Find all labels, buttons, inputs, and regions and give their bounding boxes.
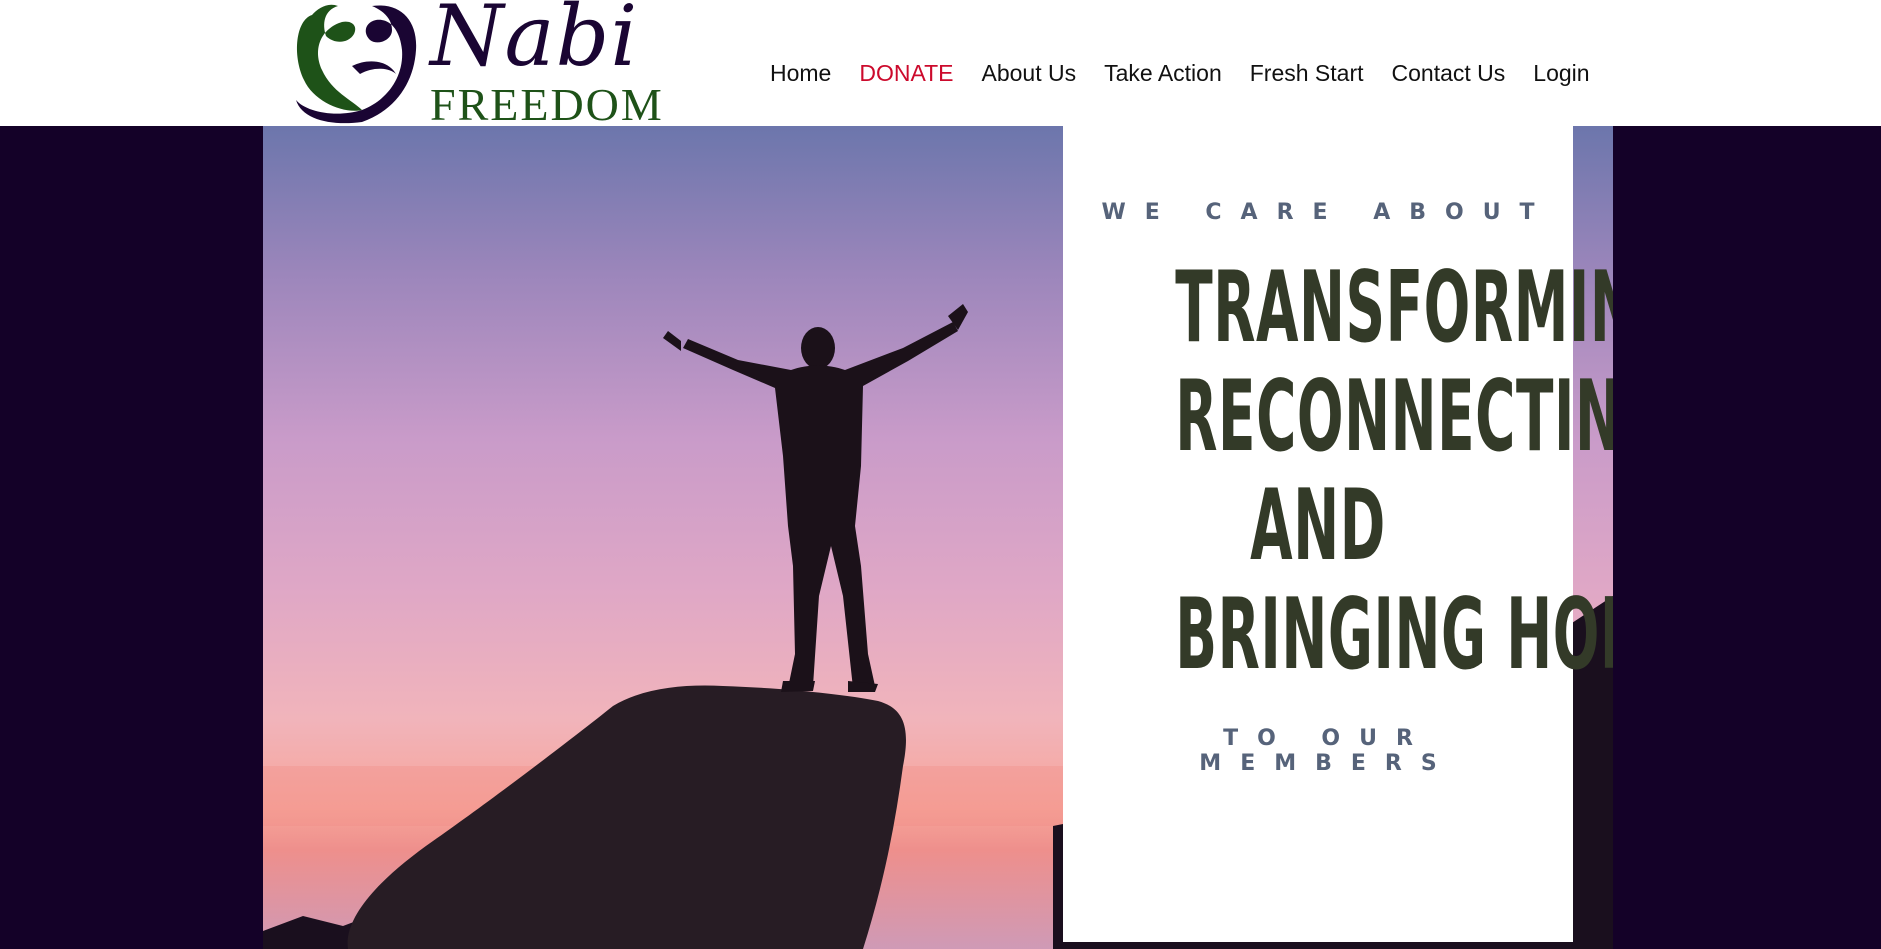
nav-about-us[interactable]: About Us (982, 60, 1077, 87)
logo-wordmark-freedom: FREEDOM (430, 79, 664, 130)
logo-mark-icon (296, 4, 417, 124)
headline-line-2: RECONNECTING, (1175, 360, 1613, 474)
main-nav: Home DONATE About Us Take Action Fresh S… (770, 60, 1590, 87)
nav-donate[interactable]: DONATE (859, 60, 953, 87)
headline-line-4: BRINGING HOPE (1175, 578, 1613, 692)
mission-card: WE CARE ABOUT TRANSFORMING, RECONNECTING… (1063, 126, 1613, 942)
site-header: Nabi FREEDOM Home DONATE About Us Take A… (0, 0, 1881, 128)
site-logo[interactable]: Nabi FREEDOM (292, 0, 662, 128)
headline-line-1: TRANSFORMING, (1175, 251, 1613, 365)
logo-wordmark-nabi: Nabi (430, 0, 639, 85)
hero-banner: WE CARE ABOUT TRANSFORMING, RECONNECTING… (263, 126, 1613, 949)
mission-footer: TO OUR MEMBERS (1199, 726, 1456, 776)
nav-home[interactable]: Home (770, 60, 831, 87)
mission-kicker: WE CARE ABOUT (1101, 200, 1554, 225)
nav-contact-us[interactable]: Contact Us (1392, 60, 1506, 87)
nav-login[interactable]: Login (1533, 60, 1589, 87)
nav-take-action[interactable]: Take Action (1104, 60, 1222, 87)
headline-line-3: AND (1250, 469, 1386, 583)
nav-fresh-start[interactable]: Fresh Start (1250, 60, 1364, 87)
mission-headline: TRANSFORMING, RECONNECTING, AND BRINGING… (1063, 251, 1613, 692)
